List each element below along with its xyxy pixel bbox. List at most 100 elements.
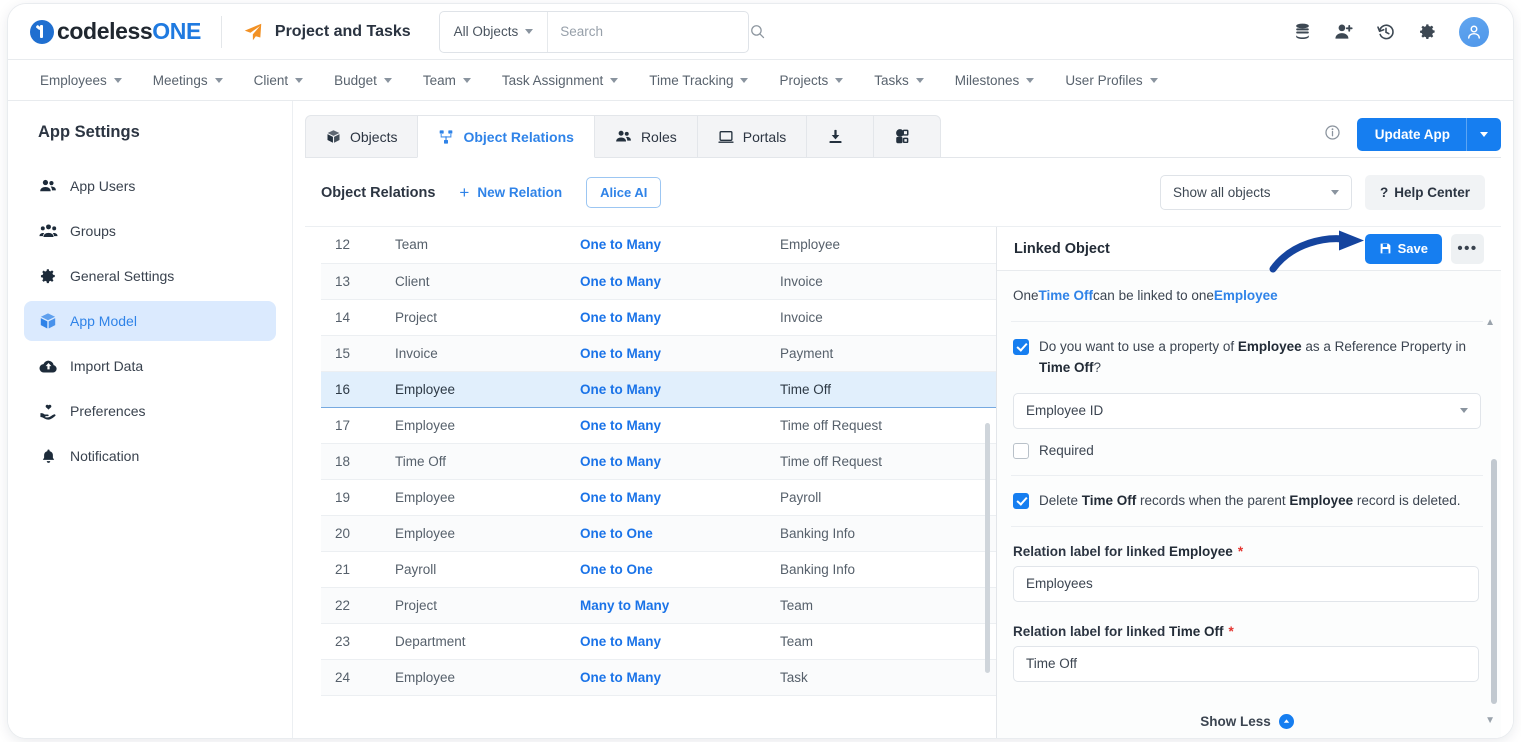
row-relation-type[interactable]: One to Many [576, 299, 776, 336]
sidebar-item-app-users[interactable]: App Users [24, 166, 276, 206]
database-icon[interactable] [1293, 22, 1312, 41]
table-row[interactable]: 12 Team One to Many Employee [321, 227, 996, 264]
menu-item-tasks[interactable]: Tasks [860, 67, 938, 94]
row-relation-type[interactable]: One to Many [576, 407, 776, 444]
panel-scrollbar-thumb[interactable] [1491, 459, 1497, 704]
menu-item-projects[interactable]: Projects [765, 67, 857, 94]
table-row[interactable]: 23 Department One to Many Team [321, 623, 996, 660]
summary-object-a[interactable]: Time Off [1039, 286, 1094, 307]
tab-objects[interactable]: Objects [305, 115, 419, 158]
menu-item-user-profiles[interactable]: User Profiles [1051, 67, 1171, 94]
save-button[interactable]: Save [1364, 233, 1442, 264]
scroll-down-arrow-icon[interactable]: ▼ [1485, 715, 1495, 726]
sidebar-item-notification[interactable]: Notification [24, 436, 276, 476]
alice-ai-button[interactable]: Alice AI [586, 177, 662, 208]
scroll-up-arrow-icon[interactable]: ▲ [1485, 317, 1495, 328]
required-checkbox[interactable] [1013, 442, 1029, 459]
row-relation-type[interactable]: One to Many [576, 443, 776, 480]
reference-property-field-group: Employee ID [1011, 383, 1483, 429]
summary-object-b[interactable]: Employee [1214, 286, 1278, 307]
row-relation-type[interactable]: One to Many [576, 263, 776, 300]
relation-label-timeoff-input[interactable]: Time Off [1013, 645, 1479, 682]
sidebar-item-general-settings[interactable]: General Settings [24, 256, 276, 296]
brand-logo[interactable]: codeless ONE [30, 18, 201, 45]
menu-label: Client [253, 72, 289, 88]
menu-item-team[interactable]: Team [409, 67, 485, 94]
row-to-object: Banking Info [776, 515, 996, 552]
table-row[interactable]: 24 Employee One to Many Task [321, 659, 996, 696]
panel-header: Linked Object Save ••• [997, 227, 1501, 273]
show-objects-select[interactable]: Show all objects [1159, 175, 1352, 210]
search-input[interactable] [548, 11, 750, 52]
row-relation-type[interactable]: One to One [576, 515, 776, 552]
row-relation-type[interactable]: Many to Many [576, 587, 776, 624]
sidebar-item-groups[interactable]: Groups [24, 211, 276, 251]
tab-download[interactable] [806, 115, 875, 158]
add-user-icon[interactable] [1334, 22, 1354, 42]
reference-property-checkbox[interactable] [1013, 338, 1029, 355]
save-disk-icon [1380, 243, 1390, 254]
tab-shapes[interactable] [873, 115, 942, 158]
row-from-object: Time Off [391, 443, 576, 480]
table-row[interactable]: 21 Payroll One to One Banking Info [321, 551, 996, 588]
row-relation-type[interactable]: One to Many [576, 227, 776, 264]
search-icon[interactable] [749, 23, 766, 40]
table-row[interactable]: 13 Client One to Many Invoice [321, 263, 996, 300]
show-less-button[interactable]: Show Less [1011, 696, 1483, 738]
cascade-bold-1: Time Off [1081, 492, 1137, 508]
menu-item-milestones[interactable]: Milestones [941, 67, 1049, 94]
menu-item-meetings[interactable]: Meetings [139, 67, 237, 94]
row-relation-type[interactable]: One to Many [576, 659, 776, 696]
project-switcher[interactable]: Project and Tasks [242, 21, 411, 43]
menu-item-task-assignment[interactable]: Task Assignment [488, 67, 632, 94]
table-row-selected[interactable]: 16 Employee One to Many Time Off [321, 370, 996, 408]
more-options-button[interactable]: ••• [1451, 233, 1484, 264]
table-row[interactable]: 14 Project One to Many Invoice [321, 299, 996, 336]
menu-item-budget[interactable]: Budget [320, 67, 406, 94]
row-relation-type[interactable]: One to Many [576, 370, 776, 408]
relation-label-timeoff-group: Relation label for linked Time Off * Time… [1011, 616, 1483, 696]
row-id: 17 [321, 407, 391, 444]
table-row[interactable]: 22 Project Many to Many Team [321, 587, 996, 624]
relation-label-employee-label: Relation label for linked Employee * [1013, 544, 1479, 559]
relation-label-employee-input[interactable]: Employees [1013, 565, 1479, 602]
tab-portals[interactable]: Portals [696, 115, 808, 158]
toolbar-right: Show all objects ? Help Center [1159, 175, 1485, 210]
table-row[interactable]: 19 Employee One to Many Payroll [321, 479, 996, 516]
sidebar-item-preferences[interactable]: Preferences [24, 391, 276, 431]
menu-item-client[interactable]: Client [240, 67, 318, 94]
update-app-dropdown[interactable] [1467, 132, 1501, 137]
table-row[interactable]: 18 Time Off One to Many Time off Request [321, 443, 996, 480]
menu-item-time-tracking[interactable]: Time Tracking [635, 67, 762, 94]
object-filter-dropdown[interactable]: All Objects [440, 11, 549, 52]
new-relation-button[interactable]: + New Relation [459, 184, 562, 201]
avatar[interactable] [1459, 16, 1489, 47]
cascade-delete-checkbox[interactable] [1013, 492, 1029, 509]
hand-heart-icon [38, 402, 58, 421]
table-scrollbar[interactable] [985, 423, 990, 673]
gear-icon[interactable] [1418, 22, 1437, 41]
help-center-button[interactable]: ? Help Center [1364, 175, 1485, 210]
row-relation-type[interactable]: One to Many [576, 623, 776, 660]
history-icon[interactable] [1376, 22, 1396, 42]
row-from-object: Employee [391, 515, 576, 552]
summary-prefix: One [1013, 288, 1039, 303]
menu-label: Task Assignment [501, 72, 604, 88]
update-app-button[interactable]: Update App [1356, 118, 1501, 151]
menu-item-employees[interactable]: Employees [26, 67, 136, 94]
content-area: Objects Object Relations Roles Portals U… [293, 101, 1513, 738]
info-icon[interactable] [1324, 124, 1341, 146]
row-relation-type[interactable]: One to Many [576, 479, 776, 516]
tab-roles[interactable]: Roles [593, 115, 698, 158]
table-row[interactable]: 20 Employee One to One Banking Info [321, 515, 996, 552]
reference-property-select[interactable]: Employee ID [1013, 392, 1481, 429]
sidebar-item-import-data[interactable]: Import Data [24, 346, 276, 386]
chevron-down-icon [915, 77, 924, 83]
table-row[interactable]: 17 Employee One to Many Time off Request [321, 407, 996, 444]
row-relation-type[interactable]: One to Many [576, 335, 776, 372]
tab-object-relations[interactable]: Object Relations [417, 115, 595, 158]
table-row[interactable]: 15 Invoice One to Many Payment [321, 335, 996, 372]
row-relation-type[interactable]: One to One [576, 551, 776, 588]
sidebar-item-app-model[interactable]: App Model [24, 301, 276, 341]
label-bold: Time Off [1169, 623, 1224, 639]
